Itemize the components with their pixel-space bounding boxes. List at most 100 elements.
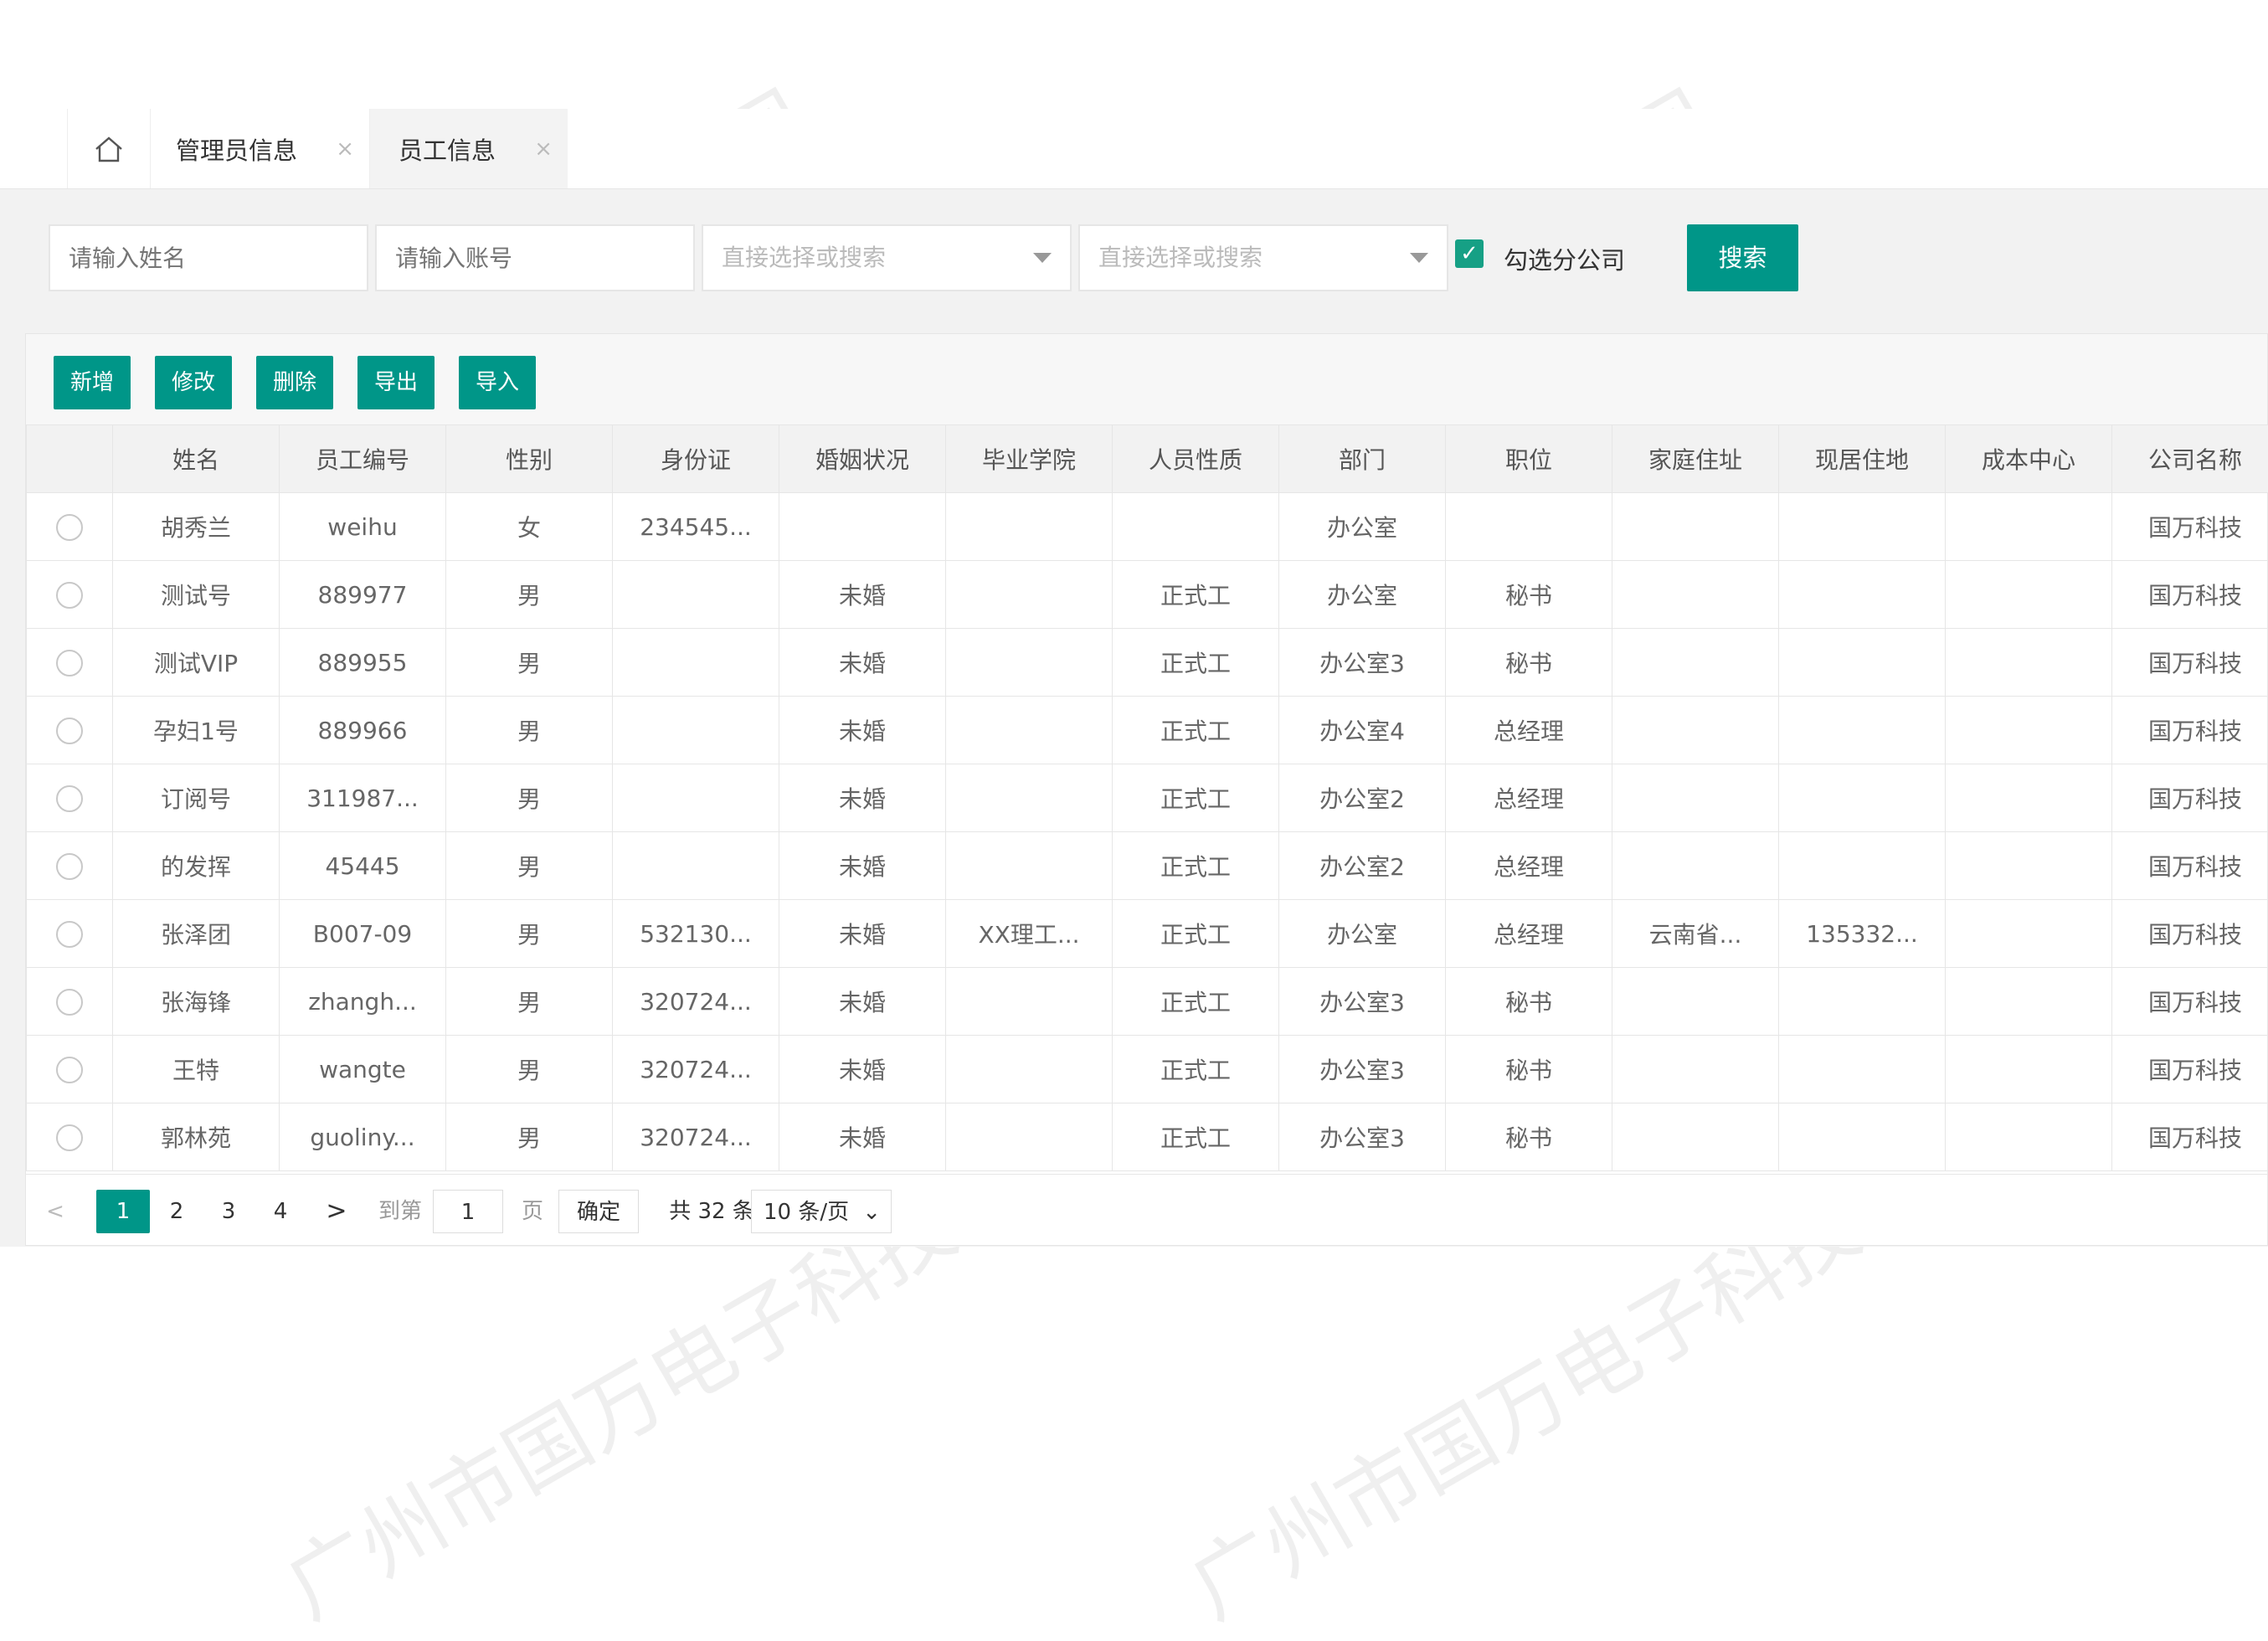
page-3[interactable]: 3 (203, 1190, 254, 1233)
table-cell (1612, 1103, 1779, 1171)
table-cell (946, 629, 1113, 697)
table-row[interactable]: 测试号889977男未婚正式工办公室秘书国万科技 (27, 561, 2268, 629)
row-select-cell (27, 493, 113, 561)
table-cell (946, 561, 1113, 629)
row-select-cell (27, 1103, 113, 1171)
table-row[interactable]: 的发挥45445男未婚正式工办公室2总经理国万科技 (27, 832, 2268, 900)
row-radio[interactable] (56, 1057, 83, 1083)
column-header: 员工编号 (280, 425, 446, 493)
table-cell (946, 1103, 1113, 1171)
table-cell: 正式工 (1113, 697, 1279, 764)
goto-label: 到第 (371, 1190, 429, 1233)
table-cell (946, 1036, 1113, 1103)
table-cell: 总经理 (1446, 697, 1612, 764)
column-header: 公司名称 (2112, 425, 2268, 493)
table-cell (946, 493, 1113, 561)
table-row[interactable]: 张海锋zhangh...男320724...未婚正式工办公室3秘书国万科技 (27, 968, 2268, 1036)
column-header: 姓名 (113, 425, 280, 493)
table-row[interactable]: 订阅号311987...男未婚正式工办公室2总经理国万科技 (27, 764, 2268, 832)
delete-button[interactable]: 删除 (256, 356, 333, 409)
import-button[interactable]: 导入 (459, 356, 536, 409)
table-cell (1946, 1103, 2112, 1171)
table-cell (779, 493, 946, 561)
row-radio[interactable] (56, 514, 83, 541)
row-radio[interactable] (56, 921, 83, 948)
export-button[interactable]: 导出 (357, 356, 435, 409)
tab-admin-info[interactable]: 管理员信息 × (151, 109, 370, 188)
table-cell: 测试号 (113, 561, 280, 629)
edit-button[interactable]: 修改 (155, 356, 232, 409)
table-cell (1946, 629, 2112, 697)
confirm-button[interactable]: 确定 (558, 1190, 639, 1233)
table-cell: 男 (446, 1103, 613, 1171)
branch-checkbox[interactable]: ✓ (1455, 239, 1484, 268)
row-select-cell (27, 900, 113, 968)
table-cell: 办公室3 (1279, 968, 1446, 1036)
table-cell (1612, 697, 1779, 764)
column-header: 毕业学院 (946, 425, 1113, 493)
column-header: 性别 (446, 425, 613, 493)
page-2[interactable]: 2 (152, 1190, 202, 1233)
add-button[interactable]: 新增 (54, 356, 131, 409)
table-cell (1446, 493, 1612, 561)
table-cell: 532130... (613, 900, 779, 968)
table-cell (1946, 900, 2112, 968)
page-size-value: 10 条/页 (764, 1200, 849, 1225)
page-4[interactable]: 4 (255, 1190, 306, 1233)
table-row[interactable]: 测试VIP889955男未婚正式工办公室3秘书国万科技 (27, 629, 2268, 697)
row-radio[interactable] (56, 1124, 83, 1151)
table-cell: 国万科技 (2112, 629, 2268, 697)
name-input[interactable] (49, 224, 368, 291)
next-page-icon[interactable]: > (316, 1190, 357, 1233)
table-cell: 国万科技 (2112, 764, 2268, 832)
table-cell (1946, 697, 2112, 764)
prev-page-icon[interactable]: < (34, 1190, 76, 1233)
table-cell: 未婚 (779, 764, 946, 832)
table-cell (1946, 1036, 2112, 1103)
branch-checkbox-label: 勾选分公司 (1504, 241, 1625, 276)
position-select[interactable]: 直接选择或搜索 (1078, 224, 1448, 291)
table-cell (1113, 493, 1279, 561)
account-input[interactable] (375, 224, 695, 291)
close-icon[interactable]: × (534, 136, 553, 162)
table-cell: 国万科技 (2112, 968, 2268, 1036)
table-cell (1612, 561, 1779, 629)
table-cell (1612, 764, 1779, 832)
caret-down-icon (1410, 253, 1428, 263)
table-cell: 正式工 (1113, 629, 1279, 697)
table-cell (1779, 493, 1946, 561)
table-row[interactable]: 王特wangte男320724...未婚正式工办公室3秘书国万科技 (27, 1036, 2268, 1103)
tab-employee-info[interactable]: 员工信息 × (370, 109, 568, 188)
row-radio[interactable] (56, 650, 83, 676)
table-cell: 胡秀兰 (113, 493, 280, 561)
table-row[interactable]: 孕妇1号889966男未婚正式工办公室4总经理国万科技 (27, 697, 2268, 764)
goto-page-input[interactable]: 1 (433, 1190, 503, 1233)
row-radio[interactable] (56, 718, 83, 744)
table-cell (1612, 629, 1779, 697)
department-select[interactable]: 直接选择或搜索 (702, 224, 1072, 291)
table-cell: 男 (446, 764, 613, 832)
tab-bar: 管理员信息 × 员工信息 × (0, 109, 2268, 190)
row-radio[interactable] (56, 582, 83, 609)
column-header-select (27, 425, 113, 493)
page-size-select[interactable]: 10 条/页 ⌄ (751, 1190, 892, 1233)
table-cell: 张海锋 (113, 968, 280, 1036)
row-radio[interactable] (56, 853, 83, 880)
close-icon[interactable]: × (336, 136, 354, 162)
page-1[interactable]: 1 (96, 1190, 150, 1233)
table-cell (1779, 561, 1946, 629)
table-cell: 办公室 (1279, 900, 1446, 968)
row-radio[interactable] (56, 785, 83, 812)
table-cell: weihu (280, 493, 446, 561)
table-row[interactable]: 胡秀兰weihu女234545...办公室国万科技 (27, 493, 2268, 561)
column-header: 人员性质 (1113, 425, 1279, 493)
table-cell (1779, 968, 1946, 1036)
search-button[interactable]: 搜索 (1687, 224, 1798, 291)
table-row[interactable]: 郭林苑guoliny...男320724...未婚正式工办公室3秘书国万科技 (27, 1103, 2268, 1171)
table-row[interactable]: 张泽团B007-09男532130...未婚XX理工...正式工办公室总经理云南… (27, 900, 2268, 968)
caret-down-icon (1033, 253, 1052, 263)
column-header: 身份证 (613, 425, 779, 493)
tab-home[interactable] (67, 109, 151, 188)
row-radio[interactable] (56, 989, 83, 1016)
table-cell (1779, 764, 1946, 832)
